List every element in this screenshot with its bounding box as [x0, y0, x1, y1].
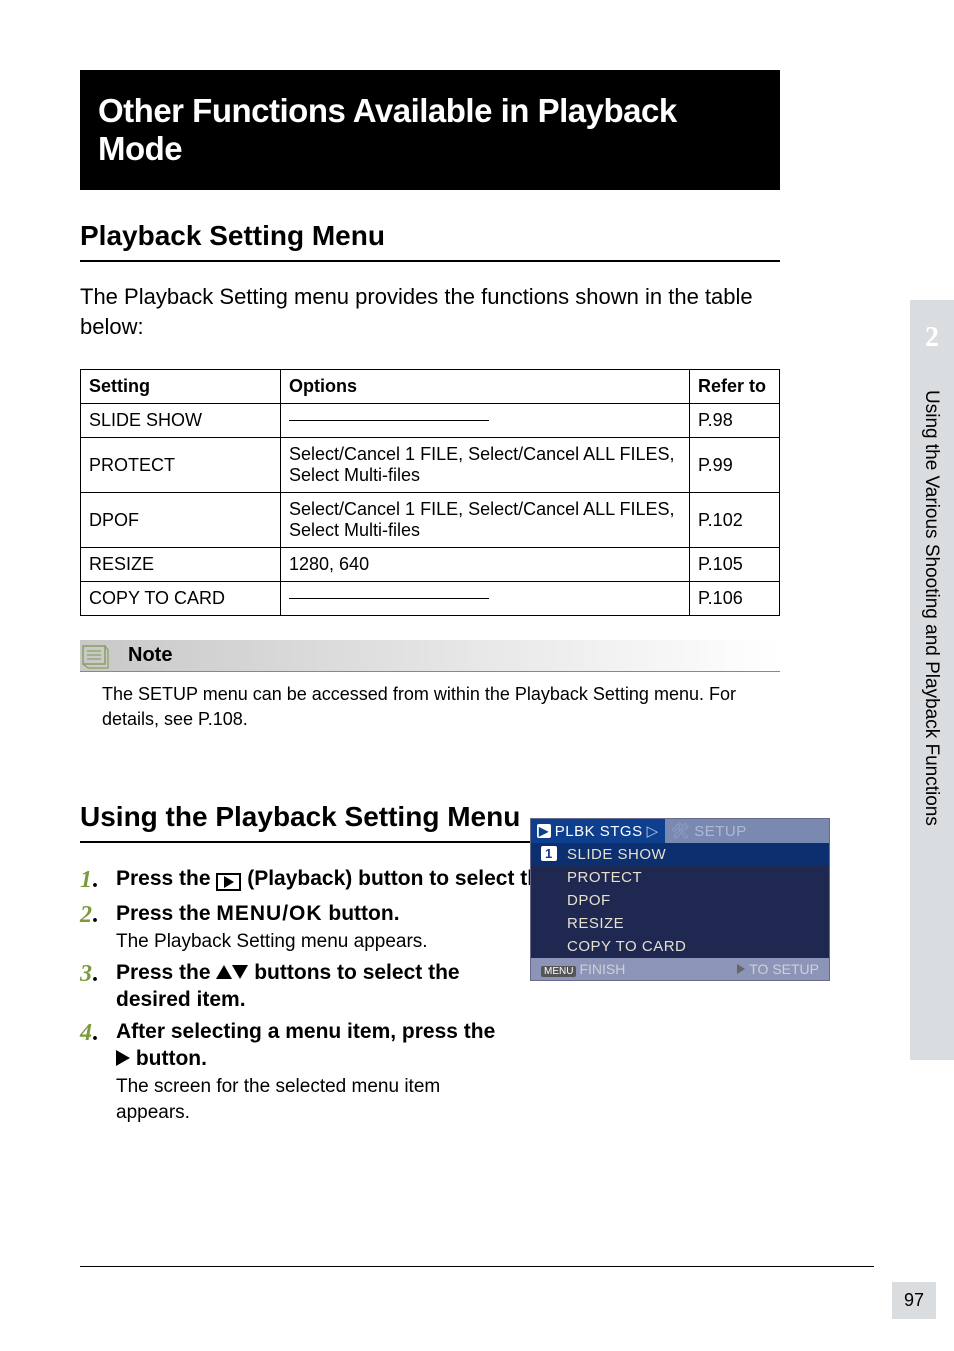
- camera-menu-screenshot: ▶ PLBK STGS ▷ 🛠 SETUP 1 SLIDE SHOW PROTE…: [530, 818, 830, 981]
- step-number: 3: [80, 959, 104, 1014]
- section-heading-playback-setting-menu: Playback Setting Menu: [80, 220, 780, 262]
- down-arrow-icon: [232, 965, 248, 979]
- cell-options: 1280, 640: [281, 548, 690, 582]
- step-instruction: Press the buttons to select the desired …: [116, 959, 515, 1014]
- step-sub: The Playback Setting menu appears.: [116, 929, 515, 955]
- scr-item: DPOF: [531, 889, 829, 912]
- note-block: Note The SETUP menu can be accessed from…: [80, 640, 780, 731]
- table-row: PROTECT Select/Cancel 1 FILE, Select/Can…: [81, 438, 780, 493]
- section-intro: The Playback Setting menu provides the f…: [80, 282, 780, 341]
- side-tab: 2 Using the Various Shooting and Playbac…: [910, 300, 954, 1060]
- page-number: 97: [892, 1282, 936, 1319]
- cell-setting: COPY TO CARD: [81, 582, 281, 616]
- scr-tab-active: ▶ PLBK STGS ▷: [531, 819, 665, 843]
- cell-options: Select/Cancel 1 FILE, Select/Cancel ALL …: [281, 493, 690, 548]
- th-refer: Refer to: [690, 370, 780, 404]
- scr-item: COPY TO CARD: [531, 935, 829, 958]
- footer-rule: [80, 1266, 874, 1267]
- scr-item: 1 SLIDE SHOW: [531, 843, 829, 866]
- menu-ok-label: MENU/OK: [216, 902, 322, 925]
- cell-setting: PROTECT: [81, 438, 281, 493]
- cell-options: [281, 404, 690, 438]
- playback-icon: [216, 873, 241, 891]
- right-outline-arrow-icon: [737, 964, 745, 974]
- playback-small-icon: ▶: [537, 824, 551, 838]
- menu-badge-icon: MENU: [541, 966, 576, 977]
- scr-tab-inactive: 🛠 SETUP: [665, 819, 753, 843]
- step-number: 4: [80, 1018, 104, 1126]
- cell-ref: P.105: [690, 548, 780, 582]
- cell-setting: RESIZE: [81, 548, 281, 582]
- note-body: The SETUP menu can be accessed from with…: [80, 672, 780, 731]
- step-number: 1: [80, 865, 104, 896]
- step-2: 2 Press the MENU/OK button. The Playback…: [80, 900, 515, 955]
- page-title: Other Functions Available in Playback Mo…: [80, 70, 780, 190]
- scr-item: PROTECT: [531, 866, 829, 889]
- step-sub: The screen for the selected menu item ap…: [116, 1074, 515, 1125]
- cell-options: Select/Cancel 1 FILE, Select/Cancel ALL …: [281, 438, 690, 493]
- tab-right-arrow-icon: ▷: [647, 822, 659, 840]
- cell-ref: P.98: [690, 404, 780, 438]
- settings-table: Setting Options Refer to SLIDE SHOW P.98…: [80, 369, 780, 616]
- page-indicator: 1: [541, 846, 557, 861]
- cell-setting: SLIDE SHOW: [81, 404, 281, 438]
- up-arrow-icon: [216, 965, 232, 979]
- cell-ref: P.102: [690, 493, 780, 548]
- note-label: Note: [122, 642, 178, 669]
- setup-small-icon: 🛠: [671, 822, 691, 840]
- note-icon: [80, 643, 114, 669]
- th-setting: Setting: [81, 370, 281, 404]
- cell-setting: DPOF: [81, 493, 281, 548]
- chapter-number: 2: [910, 322, 954, 354]
- cell-options: [281, 582, 690, 616]
- cell-ref: P.106: [690, 582, 780, 616]
- step-instruction: Press the MENU/OK button.: [116, 900, 515, 927]
- table-row: RESIZE 1280, 640 P.105: [81, 548, 780, 582]
- step-4: 4 After selecting a menu item, press the…: [80, 1018, 515, 1126]
- scr-footer: MENUFINISH TO SETUP: [531, 958, 829, 980]
- table-row: COPY TO CARD P.106: [81, 582, 780, 616]
- chapter-title: Using the Various Shooting and Playback …: [920, 390, 942, 826]
- step-instruction: After selecting a menu item, press the b…: [116, 1018, 515, 1073]
- scr-item: RESIZE: [531, 912, 829, 935]
- table-row: SLIDE SHOW P.98: [81, 404, 780, 438]
- step-3: 3 Press the buttons to select the desire…: [80, 959, 515, 1014]
- right-arrow-icon: [116, 1050, 130, 1066]
- step-number: 2: [80, 900, 104, 955]
- dash-icon: [289, 598, 489, 599]
- cell-ref: P.99: [690, 438, 780, 493]
- table-row: DPOF Select/Cancel 1 FILE, Select/Cancel…: [81, 493, 780, 548]
- th-options: Options: [281, 370, 690, 404]
- dash-icon: [289, 420, 489, 421]
